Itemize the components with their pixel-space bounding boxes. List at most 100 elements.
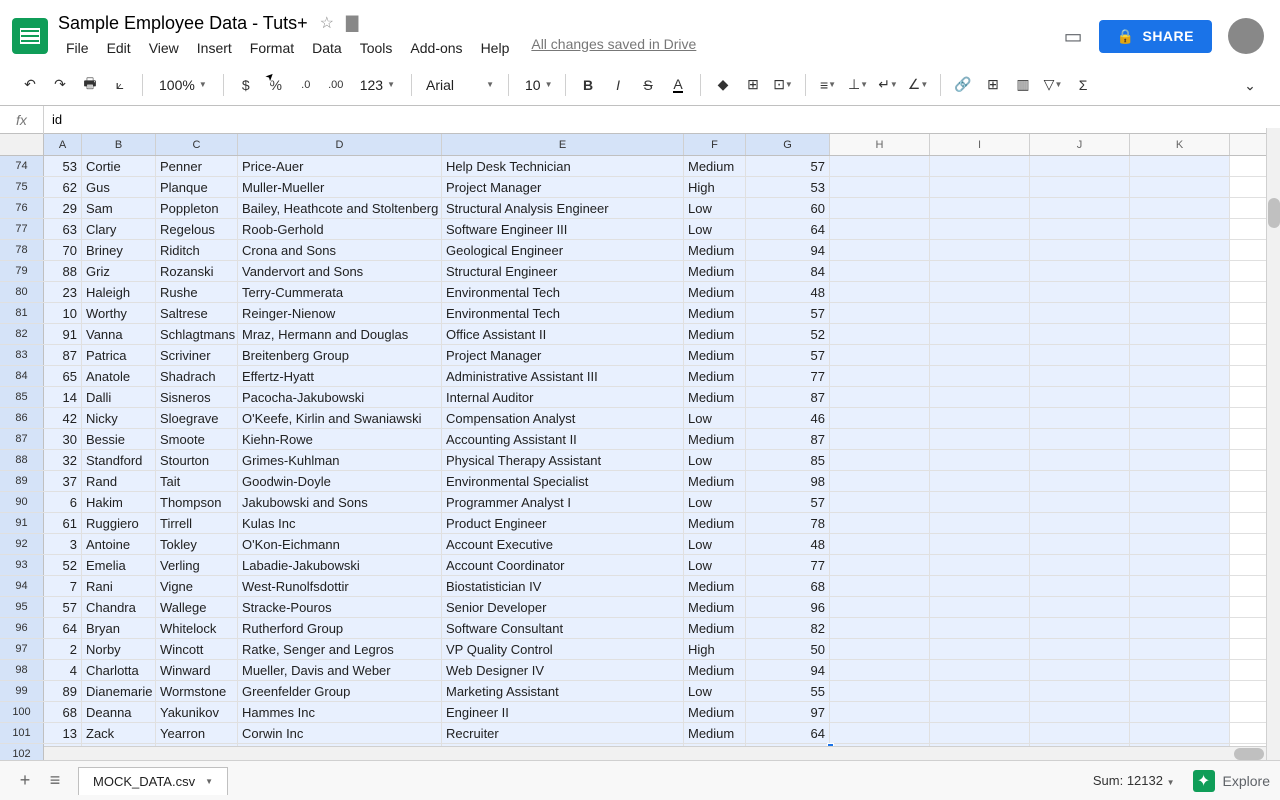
cell[interactable]: 57 bbox=[44, 597, 82, 617]
table-row[interactable]: 9352EmeliaVerlingLabadie-JakubowskiAccou… bbox=[0, 555, 1280, 576]
cell[interactable] bbox=[1030, 240, 1130, 260]
cell[interactable]: Hammes Inc bbox=[238, 702, 442, 722]
cell[interactable]: 57 bbox=[746, 156, 830, 176]
cell[interactable]: 50 bbox=[746, 639, 830, 659]
cell[interactable]: 42 bbox=[44, 408, 82, 428]
row-header[interactable]: 74 bbox=[0, 156, 44, 176]
currency-button[interactable]: $ bbox=[232, 71, 260, 99]
cell[interactable]: Crona and Sons bbox=[238, 240, 442, 260]
table-row[interactable]: 8465AnatoleShadrachEffertz-HyattAdminist… bbox=[0, 366, 1280, 387]
cell[interactable]: Penner bbox=[156, 156, 238, 176]
row-header[interactable]: 80 bbox=[0, 282, 44, 302]
table-row[interactable]: 9161RuggieroTirrellKulas IncProduct Engi… bbox=[0, 513, 1280, 534]
cell[interactable]: Low bbox=[684, 408, 746, 428]
cell[interactable] bbox=[1030, 576, 1130, 596]
cell[interactable] bbox=[830, 618, 930, 638]
functions-button[interactable]: Σ bbox=[1069, 71, 1097, 99]
cell[interactable]: Griz bbox=[82, 261, 156, 281]
cell[interactable]: 84 bbox=[746, 261, 830, 281]
cell[interactable] bbox=[830, 219, 930, 239]
cell[interactable] bbox=[1130, 576, 1230, 596]
menu-tools[interactable]: Tools bbox=[352, 36, 401, 60]
cell[interactable]: Stracke-Pouros bbox=[238, 597, 442, 617]
cell[interactable] bbox=[830, 177, 930, 197]
all-sheets-button[interactable]: ≡ bbox=[40, 766, 70, 796]
table-row[interactable]: 7870BrineyRiditchCrona and SonsGeologica… bbox=[0, 240, 1280, 261]
cell[interactable] bbox=[830, 366, 930, 386]
cell[interactable]: 78 bbox=[746, 513, 830, 533]
cell[interactable] bbox=[830, 198, 930, 218]
cell[interactable] bbox=[830, 702, 930, 722]
col-header-a[interactable]: A bbox=[44, 134, 82, 155]
cell[interactable] bbox=[930, 660, 1030, 680]
row-header[interactable]: 78 bbox=[0, 240, 44, 260]
cell[interactable] bbox=[830, 681, 930, 701]
cell[interactable]: Medium bbox=[684, 261, 746, 281]
table-row[interactable]: 7988GrizRozanskiVandervort and SonsStruc… bbox=[0, 261, 1280, 282]
cell[interactable] bbox=[930, 219, 1030, 239]
cell[interactable]: Compensation Analyst bbox=[442, 408, 684, 428]
text-color-button[interactable]: A bbox=[664, 71, 692, 99]
row-header[interactable]: 84 bbox=[0, 366, 44, 386]
cell[interactable]: 62 bbox=[44, 177, 82, 197]
cell[interactable] bbox=[930, 177, 1030, 197]
cell[interactable]: Environmental Tech bbox=[442, 303, 684, 323]
cell[interactable]: Software Engineer III bbox=[442, 219, 684, 239]
row-header[interactable]: 79 bbox=[0, 261, 44, 281]
col-header-j[interactable]: J bbox=[1030, 134, 1130, 155]
cell[interactable]: 52 bbox=[44, 555, 82, 575]
cell[interactable] bbox=[1030, 723, 1130, 743]
cell[interactable]: 53 bbox=[44, 156, 82, 176]
cell[interactable]: Worthy bbox=[82, 303, 156, 323]
cell[interactable]: 57 bbox=[746, 345, 830, 365]
cell[interactable] bbox=[930, 555, 1030, 575]
cell[interactable] bbox=[1030, 282, 1130, 302]
cell[interactable] bbox=[1030, 303, 1130, 323]
cell[interactable] bbox=[930, 597, 1030, 617]
col-header-f[interactable]: F bbox=[684, 134, 746, 155]
cell[interactable]: 68 bbox=[746, 576, 830, 596]
cell[interactable] bbox=[1030, 450, 1130, 470]
cell[interactable]: Help Desk Technician bbox=[442, 156, 684, 176]
col-header-i[interactable]: I bbox=[930, 134, 1030, 155]
cell[interactable]: Medium bbox=[684, 303, 746, 323]
save-status[interactable]: All changes saved in Drive bbox=[531, 36, 696, 60]
cell[interactable] bbox=[830, 639, 930, 659]
cell[interactable]: 96 bbox=[746, 597, 830, 617]
cell[interactable]: Medium bbox=[684, 282, 746, 302]
menu-insert[interactable]: Insert bbox=[189, 36, 240, 60]
cell[interactable] bbox=[1030, 702, 1130, 722]
cell[interactable]: 23 bbox=[44, 282, 82, 302]
explore-button[interactable]: ✦ Explore bbox=[1193, 770, 1270, 792]
cell[interactable]: Senior Developer bbox=[442, 597, 684, 617]
cell[interactable] bbox=[1130, 303, 1230, 323]
star-icon[interactable]: ☆ bbox=[320, 13, 334, 33]
cell[interactable]: 89 bbox=[44, 681, 82, 701]
table-row[interactable]: 923AntoineTokleyO'Kon-EichmannAccount Ex… bbox=[0, 534, 1280, 555]
cell[interactable] bbox=[930, 198, 1030, 218]
cell[interactable]: Bryan bbox=[82, 618, 156, 638]
cell[interactable]: VP Quality Control bbox=[442, 639, 684, 659]
cell[interactable] bbox=[1030, 366, 1130, 386]
cell[interactable]: 63 bbox=[44, 219, 82, 239]
cell[interactable]: Low bbox=[684, 534, 746, 554]
row-header[interactable]: 93 bbox=[0, 555, 44, 575]
h-align-button[interactable]: ≡▼ bbox=[814, 71, 842, 99]
cell[interactable] bbox=[830, 408, 930, 428]
cell[interactable] bbox=[830, 471, 930, 491]
cell[interactable]: High bbox=[684, 177, 746, 197]
cell[interactable]: 64 bbox=[746, 723, 830, 743]
share-button[interactable]: 🔒 SHARE bbox=[1099, 20, 1212, 53]
cell[interactable] bbox=[930, 702, 1030, 722]
cell[interactable]: 10 bbox=[44, 303, 82, 323]
undo-button[interactable]: ↶ bbox=[16, 71, 44, 99]
cell[interactable]: Rutherford Group bbox=[238, 618, 442, 638]
row-header[interactable]: 98 bbox=[0, 660, 44, 680]
cell[interactable] bbox=[930, 639, 1030, 659]
cell[interactable] bbox=[1130, 513, 1230, 533]
cell[interactable]: 61 bbox=[44, 513, 82, 533]
sheet-tab[interactable]: MOCK_DATA.csv ▼ bbox=[78, 767, 228, 795]
cell[interactable]: Muller-Mueller bbox=[238, 177, 442, 197]
cell[interactable] bbox=[1030, 198, 1130, 218]
borders-button[interactable]: ⊞ bbox=[739, 71, 767, 99]
